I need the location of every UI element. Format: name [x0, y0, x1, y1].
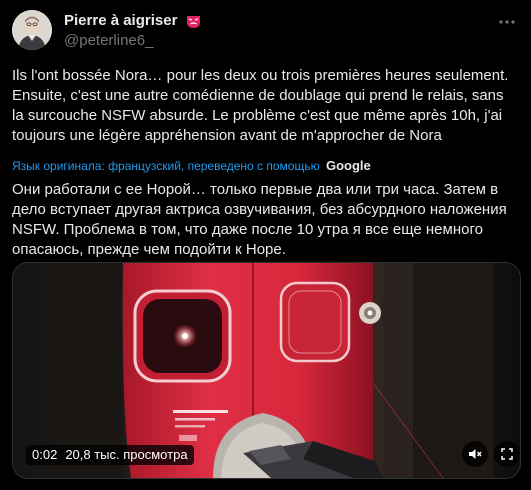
handle[interactable]: @peterline6_ — [64, 31, 201, 51]
tweet-header: Pierre à aigriser @peterline6_ — [12, 10, 519, 50]
translation-note: Язык оригинала: французский, переведено … — [12, 158, 517, 174]
translation-note-text[interactable]: Язык оригинала: французский, переведено … — [12, 159, 320, 173]
avatar[interactable] — [12, 10, 52, 50]
video-views: 20,8 тыс. просмотра — [65, 447, 188, 462]
display-name[interactable]: Pierre à aigriser — [64, 11, 177, 31]
tweet-text-original: Ils l'ont bossée Nora… pour les deux ou … — [12, 67, 509, 144]
author-block: Pierre à aigriser @peterline6_ — [64, 11, 201, 51]
google-logo: Google — [325, 158, 371, 173]
video-info-badge: 0:02 20,8 тыс. просмотра — [26, 445, 194, 465]
tweet-text-translated: Они работали с ее Норой… только первые д… — [12, 181, 507, 258]
video-time: 0:02 — [32, 447, 58, 462]
more-options-icon[interactable] — [497, 12, 517, 32]
expand-icon[interactable] — [494, 441, 520, 467]
mask-emoji-icon — [186, 14, 201, 29]
speaker-muted-icon[interactable] — [462, 441, 488, 467]
